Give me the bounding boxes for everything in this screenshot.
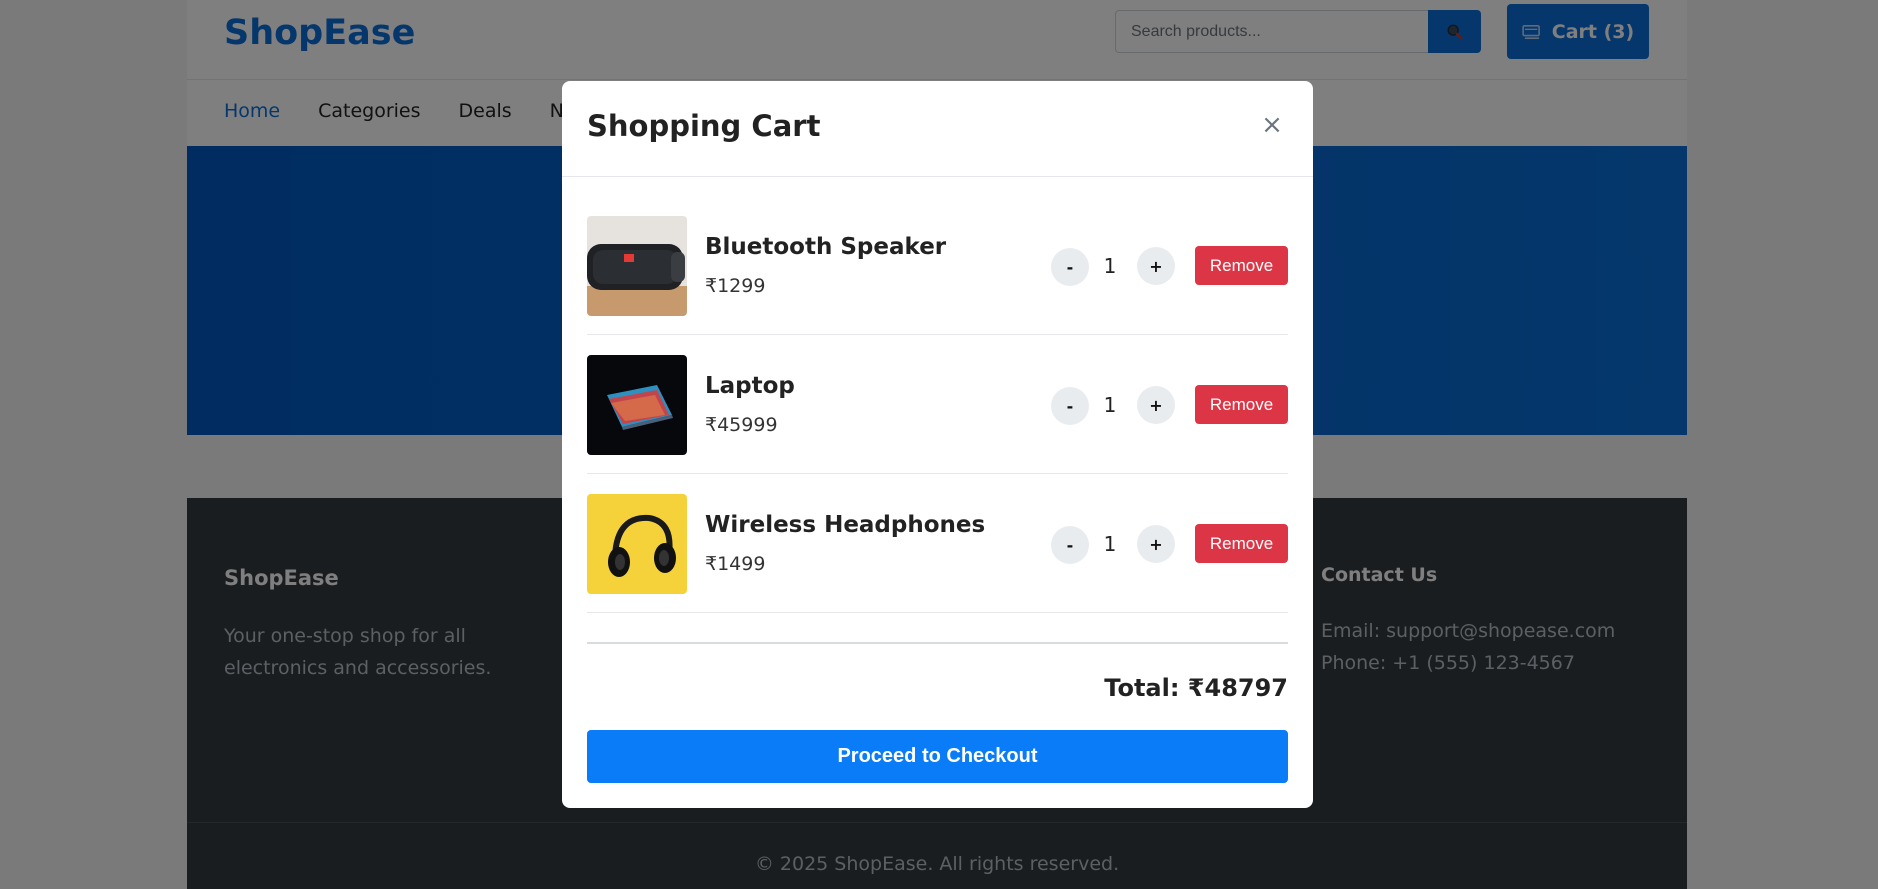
increase-qty-button[interactable]: + <box>1137 386 1175 424</box>
remove-button[interactable]: Remove <box>1195 524 1288 563</box>
remove-button[interactable]: Remove <box>1195 246 1288 285</box>
quantity-value: 1 <box>1103 532 1117 556</box>
remove-button[interactable]: Remove <box>1195 385 1288 424</box>
increase-qty-button[interactable]: + <box>1137 525 1175 563</box>
shopping-cart-modal: Shopping Cart × Bluetooth Speaker ₹1299 … <box>562 81 1313 808</box>
cart-item: Wireless Headphones ₹1499 - 1 + Remove <box>587 474 1288 613</box>
checkout-button[interactable]: Proceed to Checkout <box>587 730 1288 783</box>
decrease-qty-button[interactable]: - <box>1051 526 1089 564</box>
cart-item: Bluetooth Speaker ₹1299 - 1 + Remove <box>587 196 1288 335</box>
item-name: Wireless Headphones <box>705 512 986 538</box>
item-price: ₹1499 <box>705 553 766 575</box>
close-icon[interactable]: × <box>1256 109 1288 141</box>
total-divider <box>587 642 1288 644</box>
decrease-qty-button[interactable]: - <box>1051 387 1089 425</box>
cart-total: Total: ₹48797 <box>1104 674 1288 702</box>
item-price: ₹1299 <box>705 275 766 297</box>
item-price: ₹45999 <box>705 414 778 436</box>
modal-header: Shopping Cart × <box>562 81 1313 177</box>
increase-qty-button[interactable]: + <box>1137 247 1175 285</box>
item-name: Bluetooth Speaker <box>705 234 947 260</box>
quantity-value: 1 <box>1103 254 1117 278</box>
product-image-speaker <box>587 216 687 316</box>
cart-item: Laptop ₹45999 - 1 + Remove <box>587 335 1288 474</box>
quantity-value: 1 <box>1103 393 1117 417</box>
modal-title: Shopping Cart <box>587 109 821 143</box>
decrease-qty-button[interactable]: - <box>1051 248 1089 286</box>
product-image-laptop <box>587 355 687 455</box>
item-name: Laptop <box>705 373 795 399</box>
product-image-headphones <box>587 494 687 594</box>
